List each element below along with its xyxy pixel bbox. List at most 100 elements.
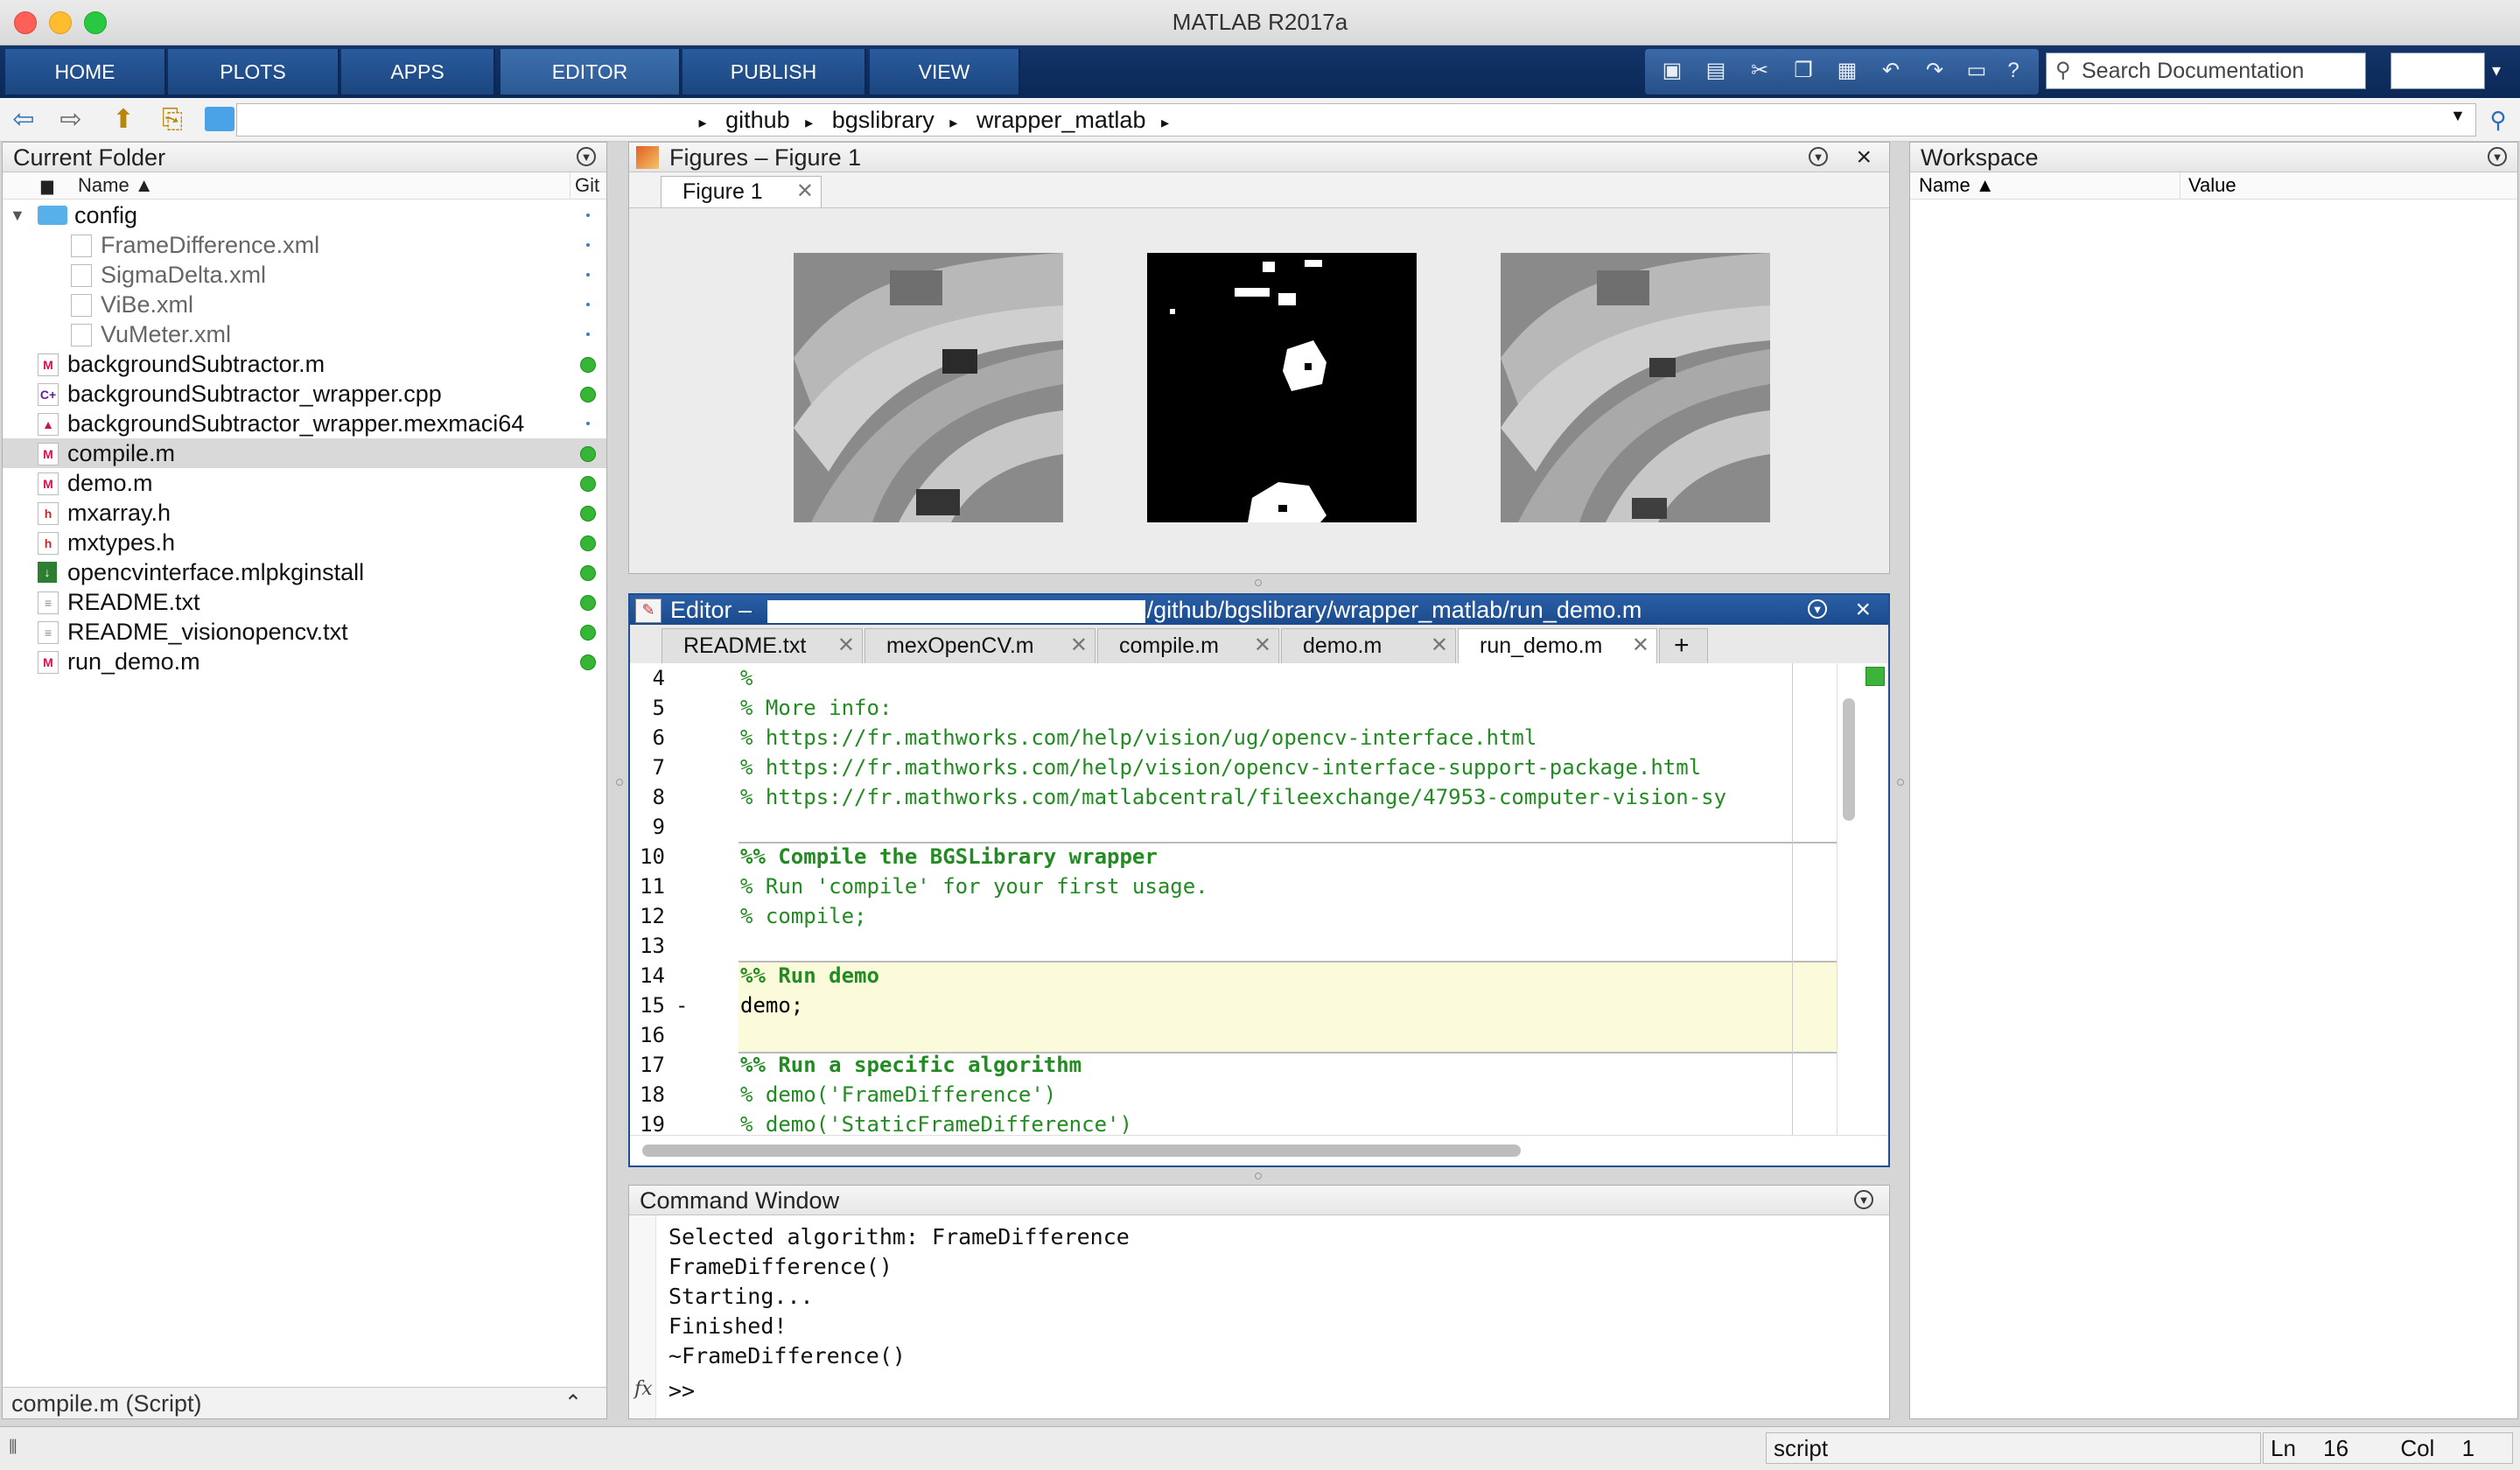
splitter-handle[interactable] — [1897, 779, 1904, 786]
file-row[interactable]: h mxtypes.h — [3, 528, 606, 557]
file-row[interactable]: Mcompile.m — [3, 438, 606, 468]
code-line[interactable]: 18 % demo('FrameDifference') — [630, 1080, 1838, 1110]
file-row[interactable]: ≡ README.txt — [3, 587, 606, 617]
close-tab-icon[interactable]: ✕ — [1070, 629, 1088, 662]
code-line[interactable]: 16 — [630, 1020, 1838, 1050]
undo-icon[interactable]: ↶ — [1878, 58, 1904, 84]
file-row[interactable]: C+ backgroundSubtractor_wrapper.cpp — [3, 379, 606, 409]
search-icon[interactable]: ⚲ — [2482, 103, 2515, 136]
breakpoint-marker[interactable]: - — [676, 990, 688, 1020]
tab-run-demo-m[interactable]: run_demo.m ✕ — [1458, 628, 1657, 663]
close-tab-icon[interactable]: ✕ — [837, 629, 855, 662]
file-row[interactable]: ViBe.xml — [3, 290, 606, 319]
panel-menu-icon[interactable]: ▼ — [1854, 1190, 1873, 1209]
file-row[interactable]: VuMeter.xml — [3, 319, 606, 349]
file-row[interactable]: FrameDifference.xml — [3, 230, 606, 260]
code-line[interactable]: 8 % https://fr.mathworks.com/matlabcentra… — [630, 782, 1838, 812]
switch-windows-icon[interactable]: ▭ — [1964, 58, 1990, 84]
column-value-header[interactable]: Value — [2188, 172, 2236, 199]
new-tab-button[interactable]: + — [1659, 628, 1708, 663]
panel-menu-icon[interactable]: ▼ — [2488, 147, 2507, 166]
panel-menu-icon[interactable]: ▼ — [577, 147, 596, 166]
tab-compile-m[interactable]: compile.m ✕ — [1097, 628, 1279, 663]
expand-triangle-icon[interactable]: ▼ — [10, 200, 25, 230]
forward-arrow-icon[interactable]: ⇨ — [54, 103, 88, 136]
file-row[interactable]: ↓ opencvinterface.mlpkginstall — [3, 557, 606, 587]
vertical-scrollbar[interactable] — [1837, 663, 1888, 1139]
tab-editor[interactable]: EDITOR — [500, 49, 681, 94]
tab-home[interactable]: HOME — [5, 49, 166, 94]
save-icon[interactable]: ▤ — [1703, 58, 1729, 84]
tab-mexopencv-m[interactable]: mexOpenCV.m ✕ — [864, 628, 1096, 663]
file-row[interactable]: SigmaDelta.xml — [3, 260, 606, 290]
breadcrumb-wrapper-matlab[interactable]: wrapper_matlab — [976, 104, 1146, 136]
code-line[interactable]: 10 %% Compile the BGSLibrary wrapper — [630, 842, 1838, 872]
search-documentation-input[interactable]: ⚲ Search Documentation — [2046, 52, 2366, 89]
close-tab-icon[interactable]: ✕ — [1431, 629, 1448, 662]
horizontal-scrollbar[interactable] — [630, 1135, 1888, 1166]
status-bars-icon[interactable]: ⦀ — [9, 1436, 35, 1460]
chevron-down-icon[interactable]: ▾ — [2492, 60, 2501, 81]
code-analyzer-indicator[interactable] — [1866, 667, 1885, 686]
chevron-up-icon[interactable]: ⌃ — [564, 1388, 582, 1419]
panel-menu-icon[interactable]: ▼ — [1809, 147, 1828, 166]
chevron-down-icon[interactable]: ▼ — [2450, 107, 2466, 125]
close-tab-icon[interactable]: ✕ — [796, 177, 814, 206]
splitter-handle[interactable] — [1255, 579, 1262, 586]
paste-icon[interactable]: ▦ — [1834, 58, 1860, 84]
cut-icon[interactable]: ✂ — [1746, 58, 1773, 84]
redo-icon[interactable]: ↷ — [1922, 58, 1948, 84]
splitter-handle[interactable] — [1255, 1172, 1262, 1180]
user-account-box[interactable] — [2390, 52, 2485, 89]
close-icon[interactable]: × — [1856, 143, 1872, 172]
close-tab-icon[interactable]: ✕ — [1632, 629, 1649, 662]
tab-demo-m[interactable]: demo.m ✕ — [1281, 628, 1456, 663]
code-line[interactable]: 9 — [630, 812, 1838, 842]
code-line[interactable]: 13 — [630, 931, 1838, 961]
breadcrumb-github[interactable]: github — [725, 104, 790, 136]
code-line[interactable]: 5 % More info: — [630, 693, 1838, 723]
tab-publish[interactable]: PUBLISH — [682, 49, 866, 94]
breadcrumb-bgslibrary[interactable]: bgslibrary — [832, 104, 934, 136]
tab-readme-txt[interactable]: README.txt ✕ — [662, 628, 863, 663]
code-line[interactable]: 14 %% Run demo — [630, 961, 1838, 990]
code-line[interactable]: 4% — [630, 663, 1838, 693]
tab-apps[interactable]: APPS — [341, 49, 495, 94]
column-name-header[interactable]: Name ▲ — [78, 172, 154, 199]
path-field[interactable]: ▸ github ▸ bgslibrary ▸ wrapper_matlab ▸ — [236, 103, 2476, 136]
code-line[interactable]: 12 % compile; — [630, 901, 1838, 931]
code-line[interactable]: 7 % https://fr.mathworks.com/help/vision/… — [630, 752, 1838, 782]
function-browser-icon[interactable]: fx — [634, 1378, 653, 1400]
copy-icon[interactable]: ❐ — [1790, 58, 1816, 84]
code-line[interactable]: 17 %% Run a specific algorithm — [630, 1050, 1838, 1080]
file-row[interactable]: Mdemo.m — [3, 468, 606, 498]
code-line[interactable]: 15- demo; — [630, 990, 1838, 1020]
tab-view[interactable]: VIEW — [870, 49, 1020, 94]
file-row[interactable]: Mrun_demo.m — [3, 647, 606, 676]
close-tab-icon[interactable]: ✕ — [1254, 629, 1271, 662]
splitter-handle[interactable] — [616, 779, 623, 786]
panel-menu-icon[interactable]: ▼ — [1808, 599, 1827, 619]
up-folder-icon[interactable]: ⬆ — [107, 103, 140, 136]
code-line[interactable]: 6 % https://fr.mathworks.com/help/vision/… — [630, 723, 1838, 752]
folder-row[interactable]: ▼ config — [3, 200, 606, 230]
code-line[interactable]: 11 % Run 'compile' for your first usage. — [630, 872, 1838, 901]
back-arrow-icon[interactable]: ⇦ — [7, 103, 40, 136]
code-area[interactable]: 4% 5 % More info: 6 % https://fr.mathworks.c… — [630, 663, 1838, 1139]
column-git-header[interactable]: Git — [575, 172, 599, 199]
file-row[interactable]: ▲ backgroundSubtractor_wrapper.mexmaci64 — [3, 409, 606, 438]
column-name-header[interactable]: Name ▲ — [1919, 172, 1995, 199]
file-row[interactable]: MbackgroundSubtractor.m — [3, 349, 606, 379]
close-icon[interactable]: × — [1855, 595, 1871, 625]
new-file-icon[interactable]: ▣ — [1659, 58, 1685, 84]
command-prompt[interactable]: >> — [668, 1378, 695, 1404]
help-icon[interactable]: ? — [2000, 58, 2026, 84]
tab-figure-1[interactable]: Figure 1 ✕ — [661, 176, 822, 207]
browse-folder-icon[interactable]: ⎘ — [156, 103, 189, 136]
file-row[interactable]: h mxarray.h — [3, 498, 606, 528]
tab-plots[interactable]: PLOTS — [168, 49, 340, 94]
file-detail-bar[interactable]: compile.m (Script) ⌃ — [3, 1387, 606, 1418]
file-row[interactable]: ≡ README_visionopencv.txt — [3, 617, 606, 647]
scrollbar-thumb[interactable] — [642, 1144, 1521, 1157]
scrollbar-thumb[interactable] — [1843, 698, 1855, 821]
